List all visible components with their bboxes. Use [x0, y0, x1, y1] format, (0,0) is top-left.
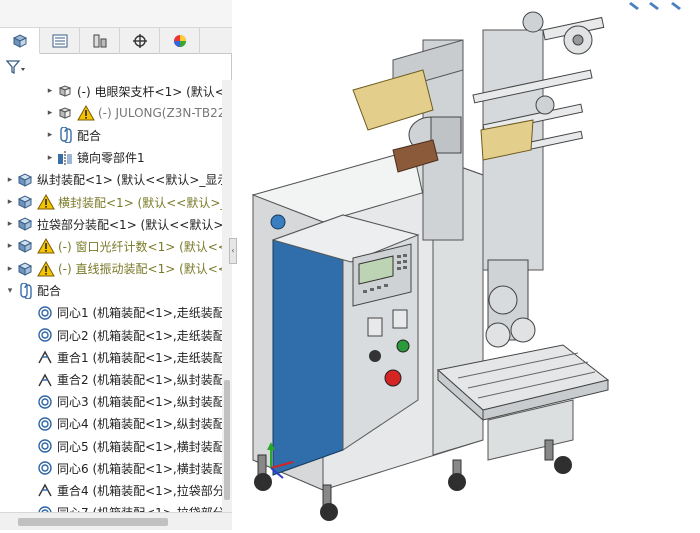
tree-row-label: 拉袋部分装配<1> (默认<<默认>_显示状态 1>)	[37, 217, 222, 232]
panel-header-strip	[0, 0, 232, 28]
tree-vertical-scroll-thumb[interactable]	[224, 380, 230, 500]
tree-row[interactable]: ▾ 配合	[0, 280, 222, 302]
tree-row[interactable]: 同心2 (机箱装配<1>,走纸装配<1>)	[0, 324, 222, 346]
tree-row-label: 同心4 (机箱装配<1>,纵封装配<1>)	[57, 417, 222, 432]
expand-arrow-icon[interactable]: ▸	[4, 175, 16, 185]
tree-row-label: 同心5 (机箱装配<1>,横封装配<1>)	[57, 439, 222, 454]
tree-row-label: 同心6 (机箱装配<1>,横封装配<1>)	[57, 461, 222, 476]
tree-row-label: 同心3 (机箱装配<1>,纵封装配<1>)	[57, 395, 222, 410]
concentric-mate-icon	[36, 438, 54, 454]
tree-row-label: 重合4 (机箱装配<1>,拉袋部分装配<1>)	[57, 483, 222, 498]
tree-row-label: 配合	[37, 284, 62, 299]
tree-row[interactable]: 重合4 (机箱装配<1>,拉袋部分装配<1>)	[0, 479, 222, 501]
tree-horizontal-scroll-thumb[interactable]	[18, 518, 168, 526]
tree-row-label: 横封装配<1> (默认<<默认>_显示状态 1>)	[58, 195, 222, 210]
tree-row[interactable]: 同心6 (机箱装配<1>,横封装配<1>)	[0, 457, 222, 479]
part-icon	[56, 105, 74, 121]
tree-row[interactable]: 重合2 (机箱装配<1>,纵封装配<1>)	[0, 368, 222, 390]
expand-arrow-icon[interactable]: ▸	[44, 130, 56, 140]
expand-arrow-icon[interactable]: ▸	[4, 197, 16, 207]
tree-row[interactable]: 同心3 (机箱装配<1>,纵封装配<1>)	[0, 391, 222, 413]
warning-icon	[37, 238, 55, 254]
tree-row-label: (-) 窗口光纤计数<1> (默认<<默认>_显示状态 1>)	[58, 239, 222, 254]
concentric-mate-icon	[36, 416, 54, 432]
expand-arrow-icon[interactable]: ▸	[44, 153, 56, 163]
tree-row-label: 重合2 (机箱装配<1>,纵封装配<1>)	[57, 373, 222, 388]
tab-configuration-manager[interactable]	[80, 28, 120, 54]
feature-manager-icon	[12, 33, 27, 48]
tree-row-label: 配合	[77, 128, 102, 143]
expand-arrow-icon[interactable]: ▾	[4, 286, 16, 296]
tree-row-label: 同心7 (机箱装配<1>,拉袋部分装配<1>)	[57, 504, 222, 512]
concentric-mate-icon	[36, 327, 54, 343]
assembly-icon	[16, 238, 34, 254]
tree-row[interactable]: ▸ (-) JULONG(Z3N-TB22)<1>	[0, 102, 222, 124]
feature-manager-panel: ▸ (-) 电眼架支杆<1> (默认<<默认>_显示状态 1>) ▸ (-) JULO…	[0, 0, 232, 530]
graphics-viewport[interactable]	[233, 0, 700, 530]
tree-row[interactable]: ▸ (-) 直线振动装配<1> (默认<<默认>_显示状态 1>)	[0, 258, 222, 280]
tree-row[interactable]: ▸ 纵封装配<1> (默认<<默认>_显示状态 1>)	[0, 169, 222, 191]
concentric-mate-icon	[36, 305, 54, 321]
tab-display-manager[interactable]	[160, 28, 200, 54]
tree-row[interactable]: ▸ 配合	[0, 124, 222, 146]
tree-row[interactable]: 同心4 (机箱装配<1>,纵封装配<1>)	[0, 413, 222, 435]
coincident-mate-icon	[36, 372, 54, 388]
tab-dimxpert[interactable]	[120, 28, 160, 54]
tree-row[interactable]: 同心7 (机箱装配<1>,拉袋部分装配<1>)	[0, 502, 222, 512]
tree-row-label: 重合1 (机箱装配<1>,走纸装配<1>)	[57, 350, 222, 365]
expand-arrow-icon[interactable]: ▸	[44, 108, 56, 118]
mates-icon	[16, 282, 34, 299]
tree-horizontal-scrollbar[interactable]	[0, 512, 232, 530]
tree-row[interactable]: ▸ (-) 电眼架支杆<1> (默认<<默认>_显示状态 1>)	[0, 80, 222, 102]
warning-icon	[37, 260, 55, 277]
tree-row-label: 同心2 (机箱装配<1>,走纸装配<1>)	[57, 328, 222, 343]
filter-row	[0, 54, 232, 80]
tree-row-label: 同心1 (机箱装配<1>,走纸装配<1>)	[57, 306, 222, 321]
configuration-manager-icon	[93, 34, 106, 48]
tree-row[interactable]: ▸ (-) 窗口光纤计数<1> (默认<<默认>_显示状态 1>)	[0, 235, 222, 257]
display-manager-icon	[173, 35, 186, 47]
assembly-icon	[16, 216, 34, 232]
tree-row[interactable]: 同心1 (机箱装配<1>,走纸装配<1>)	[0, 302, 222, 324]
assembly-icon	[16, 261, 34, 277]
machine-model	[251, 2, 681, 521]
tree-row-label: (-) 直线振动装配<1> (默认<<默认>_显示状态 1>)	[58, 262, 222, 277]
view-tools-icon[interactable]	[629, 2, 681, 10]
coincident-mate-icon	[36, 482, 54, 498]
warning-icon	[77, 105, 95, 121]
coincident-mate-icon	[36, 349, 54, 365]
mates-icon	[56, 127, 74, 144]
tree-row[interactable]: ▸ 横封装配<1> (默认<<默认>_显示状态 1>)	[0, 191, 222, 213]
manager-tabs	[0, 28, 232, 54]
part-icon	[56, 83, 74, 99]
expand-arrow-icon[interactable]: ▸	[4, 241, 16, 251]
tree-vertical-scrollbar[interactable]	[222, 80, 232, 512]
tree-row-label: (-) JULONG(Z3N-TB22)<1>	[98, 106, 222, 121]
tab-property-manager[interactable]	[40, 28, 80, 54]
warning-icon	[37, 194, 55, 210]
expand-arrow-icon[interactable]: ▸	[4, 264, 16, 274]
concentric-mate-icon	[36, 394, 54, 410]
tree-row-label: 纵封装配<1> (默认<<默认>_显示状态 1>)	[37, 173, 222, 188]
expand-arrow-icon[interactable]: ▸	[44, 86, 56, 96]
tree-row[interactable]: ▸ 镜向零部件1	[0, 147, 222, 169]
feature-tree: ▸ (-) 电眼架支杆<1> (默认<<默认>_显示状态 1>) ▸ (-) JULO…	[0, 80, 222, 512]
concentric-mate-icon	[36, 505, 54, 512]
tree-row[interactable]: 同心5 (机箱装配<1>,横封装配<1>)	[0, 435, 222, 457]
tree-row[interactable]: ▸ 拉袋部分装配<1> (默认<<默认>_显示状态 1>)	[0, 213, 222, 235]
tab-feature-manager[interactable]	[0, 28, 40, 54]
tree-row[interactable]: 重合1 (机箱装配<1>,走纸装配<1>)	[0, 346, 222, 368]
tree-row-label: (-) 电眼架支杆<1> (默认<<默认>_显示状态 1>)	[77, 84, 222, 99]
dimxpert-icon	[132, 34, 147, 48]
mirror-component-icon	[56, 150, 74, 166]
assembly-icon	[16, 172, 34, 188]
concentric-mate-icon	[36, 460, 54, 476]
expand-arrow-icon[interactable]: ▸	[4, 219, 16, 229]
property-manager-icon	[52, 34, 67, 48]
assembly-icon	[16, 194, 34, 210]
tree-row-label: 镜向零部件1	[77, 151, 145, 166]
filter-icon[interactable]	[6, 60, 26, 74]
